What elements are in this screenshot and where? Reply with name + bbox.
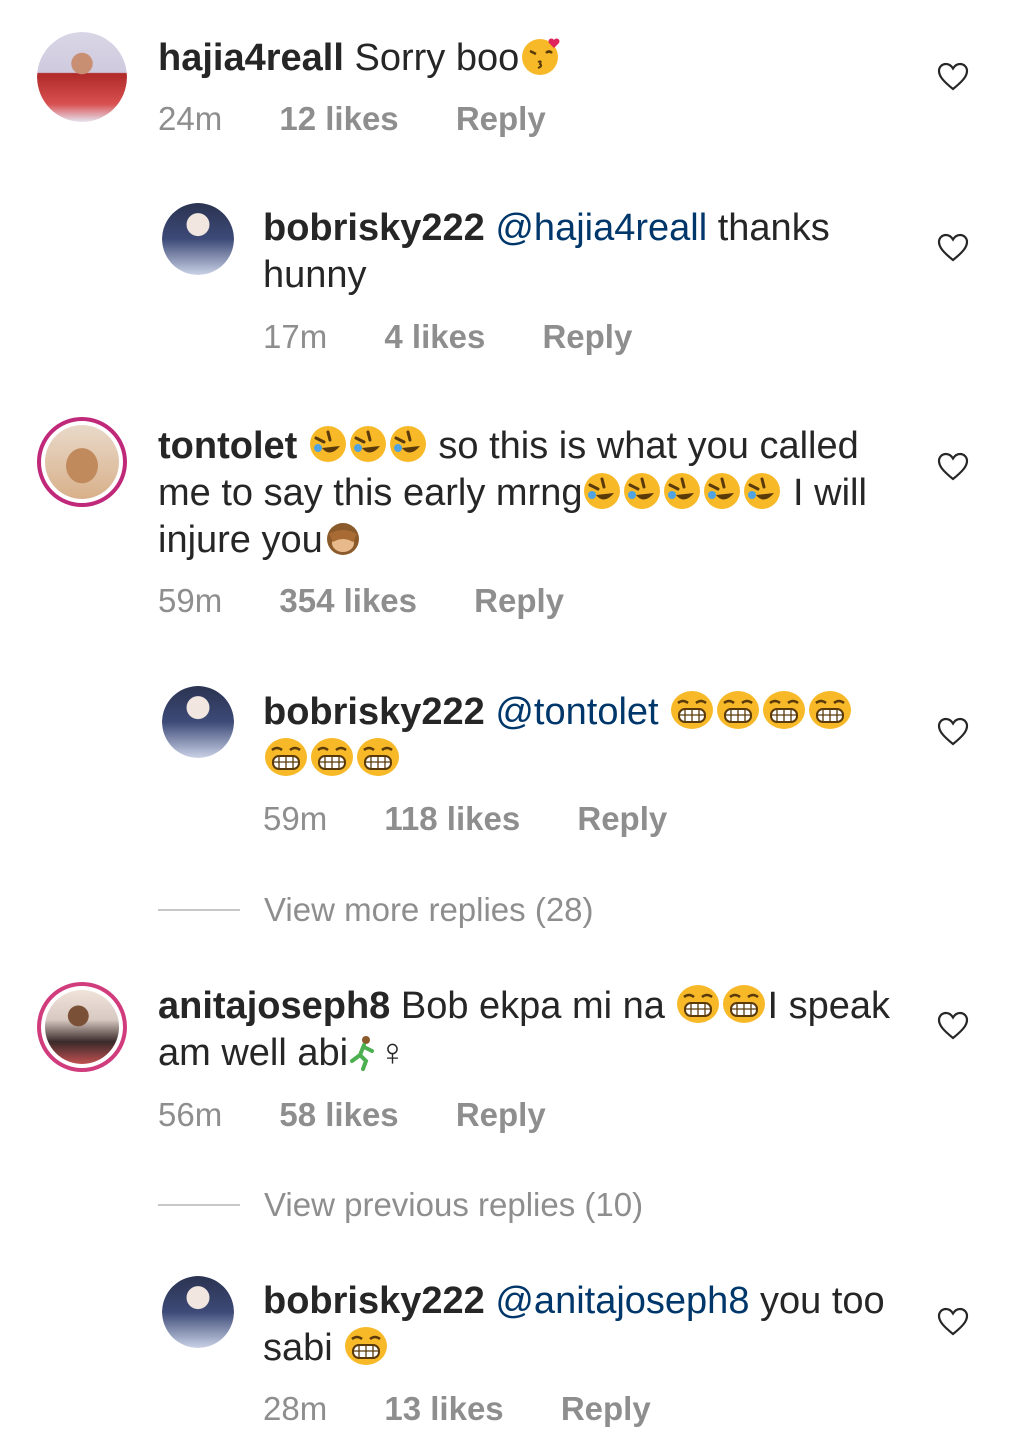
reply-button[interactable]: Reply: [474, 582, 564, 619]
username[interactable]: tontolet: [158, 425, 297, 467]
likes-count[interactable]: 13 likes: [384, 1390, 503, 1427]
reply-button[interactable]: Reply: [542, 318, 632, 355]
comment-time: 17m: [263, 318, 328, 355]
rofl-emoji: [662, 471, 702, 511]
heart-icon[interactable]: [937, 452, 969, 482]
comment-meta: 59m 354 likes Reply: [158, 582, 612, 620]
view-previous-replies[interactable]: View previous replies (10): [158, 1186, 643, 1224]
avatar[interactable]: [162, 1276, 234, 1348]
divider-line: [158, 909, 240, 911]
comment-time: 28m: [263, 1390, 328, 1427]
grinning-squinting-emoji: [309, 737, 355, 777]
see-no-evil-monkey-emoji: [323, 518, 363, 558]
likes-count[interactable]: 4 likes: [384, 318, 485, 355]
comment-text: bobrisky222 @anitajoseph8 you too sabi: [263, 1278, 903, 1372]
grinning-squinting-emoji: [675, 984, 721, 1024]
divider-line: [158, 1204, 240, 1206]
heart-icon[interactable]: [937, 1011, 969, 1041]
username[interactable]: bobrisky222: [263, 1280, 485, 1322]
comment-meta: 59m 118 likes Reply: [263, 800, 715, 838]
rofl-emoji: [388, 424, 428, 464]
rofl-emoji: [582, 471, 622, 511]
woman-running-emoji: [348, 1035, 378, 1071]
comment-meta: 28m 13 likes Reply: [263, 1390, 699, 1428]
rofl-emoji: [622, 471, 662, 511]
comment-meta: 24m 12 likes Reply: [158, 100, 594, 138]
avatar[interactable]: [162, 686, 234, 758]
avatar-story-ring[interactable]: [37, 417, 127, 507]
likes-count[interactable]: 12 likes: [279, 100, 398, 137]
reply-button[interactable]: Reply: [561, 1390, 651, 1427]
username[interactable]: anitajoseph8: [158, 985, 390, 1027]
comment-text: bobrisky222 @tontolet: [263, 689, 903, 783]
heart-icon[interactable]: [937, 233, 969, 263]
comment-time: 59m: [158, 582, 223, 619]
comment-body-3: ♀: [378, 1032, 407, 1074]
comment-text: tontolet so this is what you called me t…: [158, 423, 918, 564]
comment-text: bobrisky222 @hajia4reall thanks hunny: [263, 205, 903, 299]
rofl-emoji: [702, 471, 742, 511]
heart-icon[interactable]: [937, 717, 969, 747]
likes-count[interactable]: 354 likes: [279, 582, 417, 619]
comment-time: 59m: [263, 800, 328, 837]
avatar[interactable]: [162, 203, 234, 275]
username[interactable]: hajia4reall: [158, 37, 344, 79]
grinning-squinting-emoji: [355, 737, 401, 777]
mention-link[interactable]: @tontolet: [495, 691, 658, 733]
grinning-squinting-emoji: [343, 1326, 389, 1366]
username[interactable]: bobrisky222: [263, 207, 485, 249]
comment-meta: 56m 58 likes Reply: [158, 1096, 594, 1134]
rofl-emoji: [742, 471, 782, 511]
likes-count[interactable]: 118 likes: [384, 800, 520, 837]
reply-button[interactable]: Reply: [456, 1096, 546, 1133]
mention-link[interactable]: @hajia4reall: [495, 207, 707, 249]
reply-button[interactable]: Reply: [577, 800, 667, 837]
mention-link[interactable]: @anitajoseph8: [495, 1280, 749, 1322]
comment-body: Bob ekpa mi na: [400, 985, 665, 1027]
comment-meta: 17m 4 likes Reply: [263, 318, 680, 356]
kissing-face-emoji: [519, 36, 565, 76]
comment-text: hajia4reall Sorry boo: [158, 35, 918, 82]
grinning-squinting-emoji: [721, 984, 767, 1024]
grinning-squinting-emoji: [669, 690, 715, 730]
grinning-squinting-emoji: [807, 690, 853, 730]
grinning-squinting-emoji: [761, 690, 807, 730]
grinning-squinting-emoji: [715, 690, 761, 730]
heart-icon[interactable]: [937, 62, 969, 92]
avatar[interactable]: [37, 32, 127, 122]
likes-count[interactable]: 58 likes: [279, 1096, 398, 1133]
grinning-squinting-emoji: [263, 737, 309, 777]
heart-icon[interactable]: [937, 1307, 969, 1337]
rofl-emoji: [348, 424, 388, 464]
avatar-story-ring[interactable]: [37, 982, 127, 1072]
view-more-replies-label[interactable]: View more replies (28): [264, 891, 594, 929]
rofl-emoji: [308, 424, 348, 464]
comment-time: 24m: [158, 100, 223, 137]
comment-text: anitajoseph8 Bob ekpa mi na I speak am w…: [158, 983, 918, 1077]
comment-time: 56m: [158, 1096, 223, 1133]
reply-button[interactable]: Reply: [456, 100, 546, 137]
view-more-replies[interactable]: View more replies (28): [158, 891, 594, 929]
comment-body: Sorry boo: [354, 37, 520, 79]
username[interactable]: bobrisky222: [263, 691, 485, 733]
view-previous-replies-label[interactable]: View previous replies (10): [264, 1186, 643, 1224]
